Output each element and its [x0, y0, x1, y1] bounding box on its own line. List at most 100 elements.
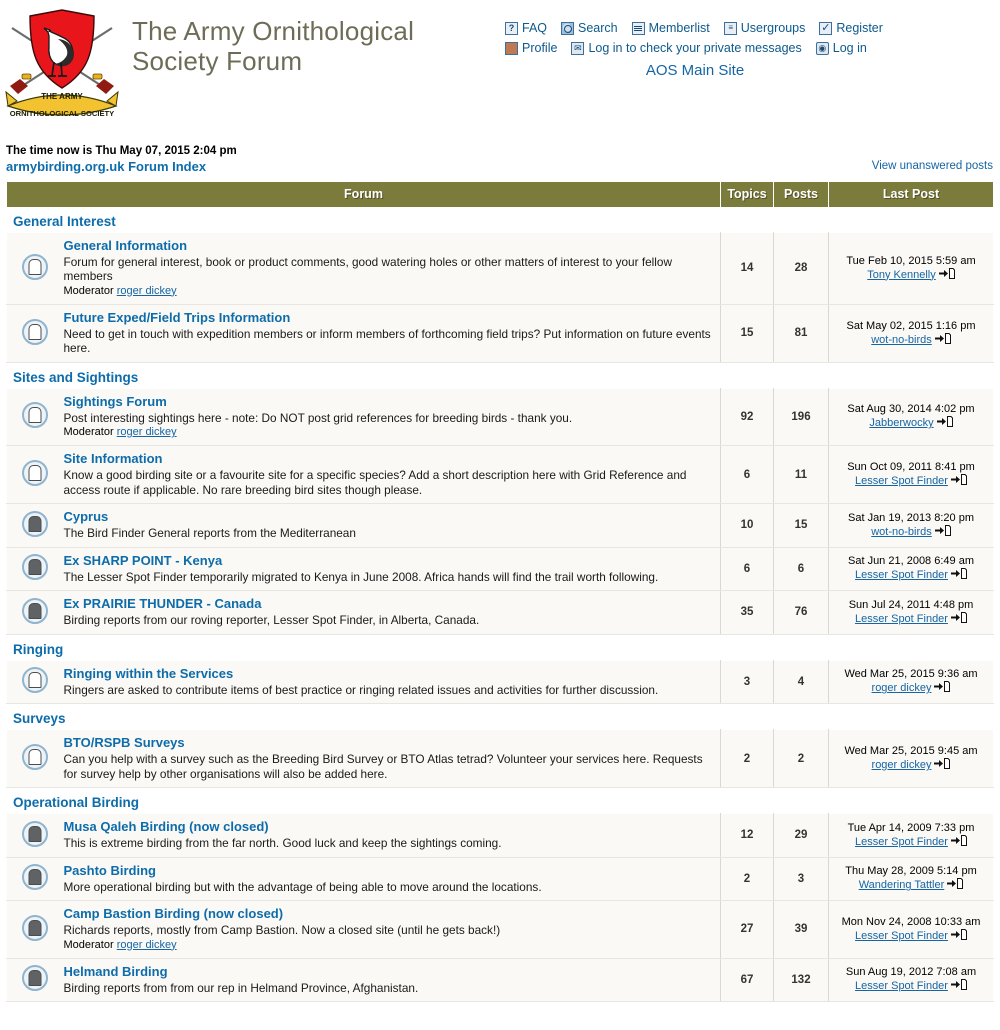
forum-posts-count: 132: [773, 957, 829, 1002]
forum-title-link[interactable]: Ex PRAIRIE THUNDER - Canada: [64, 596, 713, 612]
last-post-author-link[interactable]: wot-no-birds: [871, 526, 932, 538]
forum-row: Sightings Forum Post interesting sighting…: [6, 387, 994, 446]
nav-private-messages[interactable]: ✉ Log in to check your private messages: [571, 41, 802, 55]
nav-login[interactable]: ◉ Log in: [815, 41, 867, 55]
last-post-author-link[interactable]: Wandering Tattler: [859, 879, 945, 891]
svg-text:THE ARMY: THE ARMY: [41, 92, 83, 101]
goto-last-post-icon[interactable]: [950, 474, 967, 489]
forum-topics-count: 27: [720, 900, 774, 959]
memberlist-icon: [631, 21, 645, 35]
forum-topics-count: 35: [720, 590, 774, 635]
last-post-author-link[interactable]: Lesser Spot Finder: [855, 475, 948, 487]
forum-category-title[interactable]: Sites and Sightings: [6, 362, 994, 388]
forum-info-cell: Helmand Birding Birding reports from from…: [63, 957, 721, 1002]
forum-title-link[interactable]: Future Exped/Field Trips Information: [64, 310, 713, 326]
forum-title-link[interactable]: General Information: [64, 238, 713, 254]
forum-status-cell: [6, 387, 64, 446]
forum-title-link[interactable]: Ringing within the Services: [64, 666, 713, 682]
forum-title-link[interactable]: Cyprus: [64, 509, 713, 525]
nav-usergroups[interactable]: ≡ Usergroups: [723, 21, 805, 35]
last-post-author-link[interactable]: Lesser Spot Finder: [855, 836, 948, 848]
forum-topics-count: 6: [720, 546, 774, 591]
forum-title-link[interactable]: Pashto Birding: [64, 863, 713, 879]
goto-last-post-icon[interactable]: [950, 928, 967, 944]
forum-posts-count: 3: [773, 856, 829, 901]
forum-title-link[interactable]: Sightings Forum: [64, 394, 713, 410]
goto-last-post-icon[interactable]: [934, 524, 951, 540]
aos-main-site-link[interactable]: AOS Main Site: [505, 62, 885, 79]
last-post-author-link[interactable]: Lesser Spot Finder: [855, 980, 948, 992]
forum-status-cell: [6, 813, 64, 858]
last-post-date: Sun Aug 19, 2012 7:08 am: [845, 966, 977, 979]
goto-last-post-icon[interactable]: [934, 332, 951, 348]
forum-folder-open-icon: [22, 460, 49, 486]
forum-title-link[interactable]: BTO/RSPB Surveys: [64, 735, 713, 751]
goto-last-post-icon[interactable]: [936, 416, 953, 431]
forum-category-title[interactable]: General Interest: [6, 206, 994, 232]
last-post-meta: Lesser Spot Finder: [835, 979, 987, 994]
forum-title-link[interactable]: Ex SHARP POINT - Kenya: [64, 553, 713, 569]
forum-last-post-cell: Sun Jul 24, 2011 4:48 pm Lesser Spot Find…: [828, 590, 994, 635]
last-post-date: Sun Jul 24, 2011 4:48 pm: [848, 598, 974, 611]
last-post-author-link[interactable]: Lesser Spot Finder: [855, 613, 948, 625]
goto-last-post-icon[interactable]: [950, 568, 967, 583]
moderator-link[interactable]: roger dickey: [117, 285, 177, 297]
site-logo[interactable]: THE ARMY ORNITHOLOGICAL SOCIETY: [4, 6, 120, 124]
column-header-forum: Forum: [6, 181, 721, 207]
goto-last-post-icon[interactable]: [934, 681, 951, 696]
last-post-author-link[interactable]: Lesser Spot Finder: [855, 930, 948, 942]
forum-last-post-cell: Tue Feb 10, 2015 5:59 am Tony Kennelly: [828, 231, 994, 305]
last-post-date: Wed Mar 25, 2015 9:36 am: [844, 668, 978, 681]
nav-search-label: Search: [578, 21, 618, 35]
forum-title-link[interactable]: Camp Bastion Birding (now closed): [64, 906, 713, 922]
forum-title-link[interactable]: Helmand Birding: [64, 964, 713, 980]
goto-last-post-icon[interactable]: [947, 878, 964, 893]
forum-category-title[interactable]: Operational Birding: [6, 787, 994, 814]
forum-category-title[interactable]: Surveys: [6, 703, 994, 730]
moderator-link[interactable]: roger dickey: [117, 426, 177, 438]
forum-posts-count: 81: [773, 303, 829, 363]
last-post-author-link[interactable]: Jabberwocky: [869, 417, 933, 429]
forum-title-link[interactable]: Musa Qaleh Birding (now closed): [64, 819, 713, 835]
last-post-author-link[interactable]: wot-no-birds: [871, 334, 932, 346]
forum-row: BTO/RSPB Surveys Can you help with a surv…: [6, 729, 994, 788]
forum-row: Ringing within the Services Ringers are a…: [6, 659, 994, 704]
private-messages-icon: ✉: [571, 41, 585, 55]
forum-last-post-cell: Sat Jan 19, 2013 8:20 pm wot-no-birds: [828, 503, 994, 548]
view-unanswered-posts-link[interactable]: View unanswered posts: [872, 160, 993, 172]
forum-info-cell: BTO/RSPB Surveys Can you help with a surv…: [63, 729, 721, 788]
forum-info-cell: Ex PRAIRIE THUNDER - Canada Birding repor…: [63, 590, 721, 635]
last-post-author-link[interactable]: roger dickey: [872, 759, 932, 771]
last-post-author-link[interactable]: Lesser Spot Finder: [855, 569, 948, 581]
register-icon: ✓: [819, 21, 833, 35]
nav-register[interactable]: ✓ Register: [819, 21, 883, 35]
last-post-author-link[interactable]: Tony Kennelly: [867, 269, 936, 281]
forum-row: Pashto Birding More operational birding b…: [6, 856, 994, 901]
forum-folder-locked-icon: [22, 914, 49, 941]
column-header-last-post: Last Post: [828, 181, 994, 207]
last-post-meta: wot-no-birds: [835, 332, 987, 348]
forum-table-head: Forum Topics Posts Last Post: [6, 181, 994, 207]
forum-title-link[interactable]: Site Information: [64, 451, 713, 467]
goto-last-post-icon[interactable]: [938, 267, 955, 283]
goto-last-post-icon[interactable]: [950, 979, 967, 994]
goto-last-post-icon[interactable]: [950, 611, 967, 627]
nav-memberlist[interactable]: Memberlist: [631, 21, 710, 35]
moderator-link[interactable]: roger dickey: [117, 939, 177, 951]
goto-last-post-icon[interactable]: [934, 758, 951, 773]
forum-posts-count: 4: [773, 659, 829, 704]
nav-search[interactable]: Search: [561, 21, 618, 35]
nav-profile-label: Profile: [522, 41, 558, 55]
goto-last-post-icon[interactable]: [950, 834, 967, 850]
forum-topics-count: 6: [720, 445, 774, 504]
forum-index-link[interactable]: armybirding.org.uk Forum Index: [6, 159, 206, 174]
forum-info-cell: Musa Qaleh Birding (now closed) This is e…: [63, 813, 721, 858]
forum-row: Ex SHARP POINT - Kenya The Lesser Spot Fi…: [6, 546, 994, 591]
breadcrumb: armybirding.org.uk Forum Index View unan…: [6, 159, 994, 175]
last-post-author-link[interactable]: roger dickey: [872, 682, 932, 694]
nav-faq[interactable]: ? FAQ: [505, 21, 547, 35]
forum-folder-locked-icon: [22, 510, 49, 537]
forum-last-post-cell: Wed Mar 25, 2015 9:36 am roger dickey: [828, 659, 994, 704]
forum-category-title[interactable]: Ringing: [6, 634, 994, 660]
nav-profile[interactable]: Profile: [505, 41, 557, 55]
